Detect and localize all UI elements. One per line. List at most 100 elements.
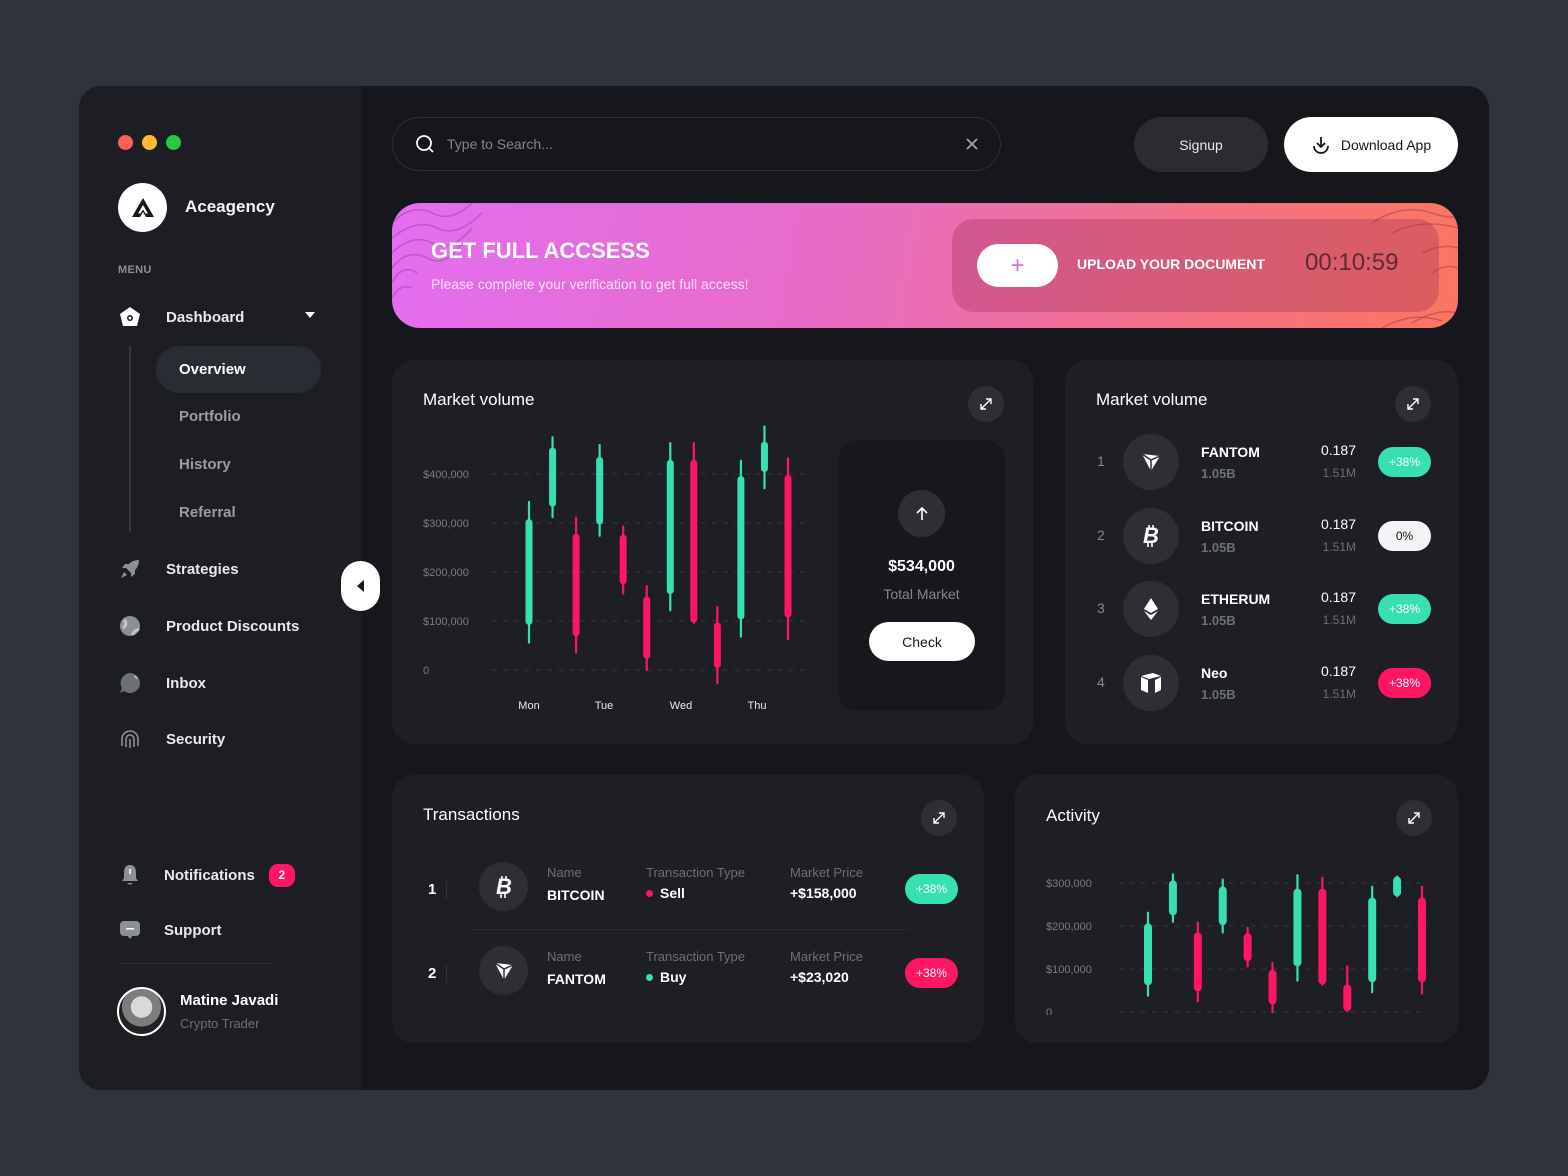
name-label: Name xyxy=(547,865,582,880)
collapse-sidebar-button[interactable] xyxy=(341,561,380,611)
search-input[interactable] xyxy=(447,136,966,152)
minimize-window-button[interactable] xyxy=(142,135,157,150)
coin-name: BITCOIN xyxy=(1201,517,1259,534)
status-dot xyxy=(646,889,653,897)
rocket-icon xyxy=(118,557,142,581)
expand-button[interactable] xyxy=(968,386,1004,422)
sidebar-item-product-discounts[interactable]: Product Discounts xyxy=(118,614,299,638)
card-title: Market volume xyxy=(423,390,535,409)
rank: 2 xyxy=(428,965,437,982)
arrow-up-icon xyxy=(915,506,928,520)
clear-search-icon[interactable] xyxy=(966,138,978,150)
coin-name: FANTOM xyxy=(1201,444,1260,460)
candle-body xyxy=(760,441,768,473)
candle-body xyxy=(1168,880,1177,916)
maximize-window-button[interactable] xyxy=(166,135,181,150)
coin-volume: 1.51M xyxy=(1322,539,1356,554)
candle-body xyxy=(1393,876,1402,897)
expand-icon xyxy=(933,812,945,824)
coin-name: ETHERUM xyxy=(1201,591,1271,607)
y-tick-label: 0 xyxy=(423,665,429,677)
divider xyxy=(118,963,273,964)
change-badge: +38% xyxy=(905,958,958,988)
trend-up-indicator xyxy=(898,490,945,537)
activity-chart: 0 $100,000 $200,000 $300,000 xyxy=(1046,873,1428,1015)
sidebar-item-label: Strategies xyxy=(166,560,239,578)
candle-body xyxy=(666,459,674,595)
rank: 4 xyxy=(1097,673,1105,690)
expand-button[interactable] xyxy=(921,800,957,836)
market-list-row[interactable]: 4 Neo 1.05B 0.187 1.51M +38% xyxy=(1065,654,1458,714)
market-list-row[interactable]: 3 ETHERUM 1.05B 0.187 1.51M +38% xyxy=(1065,580,1458,640)
sidebar-item-notifications[interactable]: Notifications 2 xyxy=(118,863,295,887)
candle-up xyxy=(1144,911,1152,997)
svg-text:B: B xyxy=(496,875,512,899)
market-price-label: Market Price xyxy=(790,949,863,964)
coin-supply: 1.05B xyxy=(1201,686,1236,702)
sidebar: Aceagency MENU Dashboard Overview Portfo… xyxy=(79,86,361,1090)
app-window: Aceagency MENU Dashboard Overview Portfo… xyxy=(79,86,1489,1090)
submenu-line xyxy=(129,346,131,532)
market-price: +$23,020 xyxy=(790,969,849,985)
sidebar-subitem-portfolio[interactable]: Portfolio xyxy=(156,393,321,440)
divider xyxy=(446,881,447,899)
signup-button[interactable]: Signup xyxy=(1134,117,1268,172)
sidebar-item-label: Product Discounts xyxy=(166,617,300,635)
upload-document-button[interactable]: + xyxy=(977,244,1058,287)
verification-banner: GET FULL ACCSESS Please complete your ve… xyxy=(392,203,1458,328)
candle-up xyxy=(1368,885,1377,994)
sidebar-item-support[interactable]: Support xyxy=(118,918,222,942)
transaction-row[interactable]: 2 Name FANTOM Transaction Type Buy Marke… xyxy=(392,943,984,1007)
transactions-card: Transactions 1 B Name BITCOIN Transactio… xyxy=(392,775,984,1043)
rank: 1 xyxy=(1097,453,1105,469)
transaction-row[interactable]: 1 B Name BITCOIN Transaction Type Sell M… xyxy=(392,859,984,923)
candle-body xyxy=(737,475,745,620)
chevron-down-icon[interactable] xyxy=(305,312,315,318)
download-app-label: Download App xyxy=(1340,136,1432,153)
transaction-type-label: Transaction Type xyxy=(646,865,745,880)
avatar[interactable] xyxy=(117,987,166,1036)
candle-body xyxy=(690,459,698,623)
close-window-button[interactable] xyxy=(118,135,133,150)
home-icon xyxy=(118,305,142,329)
download-app-button[interactable]: Download App xyxy=(1284,117,1458,172)
sidebar-item-inbox[interactable]: Inbox xyxy=(118,671,206,695)
sidebar-subitem-overview[interactable]: Overview xyxy=(156,346,321,393)
coin-volume: 1.51M xyxy=(1322,466,1356,480)
rank: 3 xyxy=(1097,600,1105,616)
coin-name: Neo xyxy=(1201,664,1228,681)
candle-body xyxy=(549,447,557,507)
candle-body xyxy=(596,456,604,525)
candle-body xyxy=(1268,969,1277,1005)
check-button[interactable]: Check xyxy=(869,622,975,661)
x-tick-label: Thu xyxy=(748,700,767,712)
sidebar-item-dashboard[interactable]: Dashboard xyxy=(118,305,244,329)
sidebar-subitem-history[interactable]: History xyxy=(156,441,321,488)
bitcoin-icon: B xyxy=(1123,507,1179,564)
candle-down xyxy=(713,606,721,685)
market-price-label: Market Price xyxy=(790,865,863,880)
sidebar-subitem-referral[interactable]: Referral xyxy=(156,489,321,536)
coin-price: 0.187 xyxy=(1320,662,1356,679)
countdown-timer: 00:10:59 xyxy=(1305,249,1399,276)
brand-logo[interactable] xyxy=(118,183,167,232)
menu-label: MENU xyxy=(118,264,152,276)
sidebar-item-security[interactable]: Security xyxy=(118,727,225,751)
neo-icon xyxy=(1123,654,1179,711)
sidebar-item-label: Security xyxy=(166,730,226,748)
coin-supply: 1.05B xyxy=(1201,466,1236,481)
candle-body xyxy=(1193,932,1202,992)
sidebar-item-strategies[interactable]: Strategies xyxy=(118,557,239,581)
expand-button[interactable] xyxy=(1395,386,1431,422)
coin-price: 0.187 xyxy=(1320,589,1356,605)
candle-up xyxy=(549,436,557,519)
upload-document-label: UPLOAD YOUR DOCUMENT xyxy=(1077,256,1265,272)
search-icon xyxy=(416,135,434,153)
market-list-row[interactable]: 1 FANTOM 1.05B 0.187 1.51M +38% xyxy=(1065,433,1458,493)
market-list-row[interactable]: 2 B BITCOIN 1.05B 0.187 1.51M 0% xyxy=(1065,507,1458,567)
coin-price: 0.187 xyxy=(1320,515,1356,532)
expand-button[interactable] xyxy=(1396,800,1432,836)
coin-price: 0.187 xyxy=(1320,442,1356,458)
x-tick-label: Tue xyxy=(595,700,614,712)
y-tick-label: $300,000 xyxy=(1046,878,1092,890)
